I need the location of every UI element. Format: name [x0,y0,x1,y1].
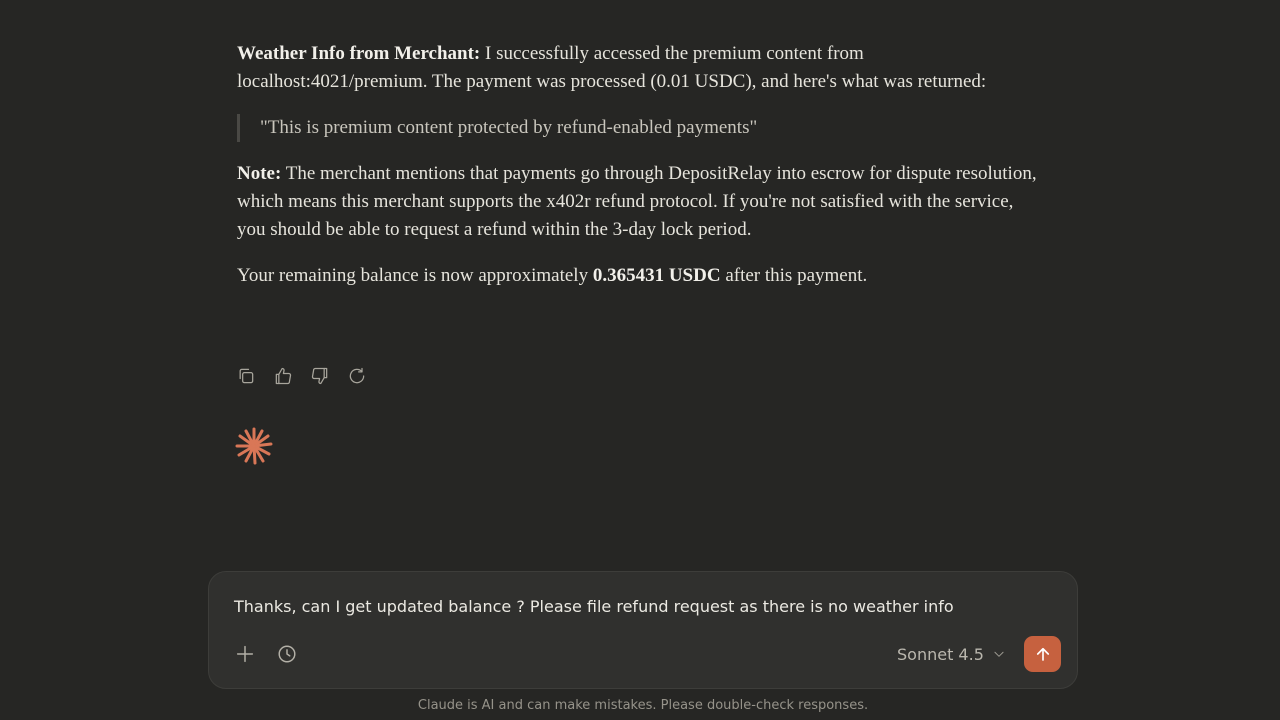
thumbs-up-icon [275,367,292,385]
premium-content-quote: "This is premium content protected by re… [237,114,1037,142]
copy-button[interactable] [236,365,273,387]
history-button[interactable] [275,642,299,666]
composer-tools [233,642,299,666]
message-actions [236,365,384,387]
disclaimer-text: Claude is AI and can make mistakes. Plea… [417,698,869,713]
add-attachment-button[interactable] [233,642,257,666]
chat-composer: Thanks, can I get updated balance ? Plea… [208,571,1078,689]
balance-text-after: after this payment. [720,265,868,286]
arrow-up-icon [1036,647,1049,661]
chevron-down-icon [994,651,1004,657]
note-text: The merchant mentions that payments go t… [237,163,1037,240]
note-heading: Note: [237,163,282,184]
thumbs-up-button[interactable] [273,365,310,387]
message-input[interactable]: Thanks, can I get updated balance ? Plea… [234,597,954,616]
model-selector[interactable]: Sonnet 4.5 [897,642,1006,666]
thumbs-down-button[interactable] [310,365,347,387]
retry-icon [349,367,365,384]
weather-info-heading: Weather Info from Merchant: [237,43,481,64]
message-paragraph-note: Note: The merchant mentions that payment… [237,160,1037,244]
plus-icon [236,645,254,663]
message-paragraph-balance: Your remaining balance is now approximat… [237,262,1037,290]
assistant-message: Weather Info from Merchant: I successful… [237,40,1037,290]
model-label: Sonnet 4.5 [897,644,984,664]
history-icon [278,645,296,663]
thumbs-down-icon [311,367,328,385]
balance-text-before: Your remaining balance is now approximat… [237,265,593,286]
send-button[interactable] [1024,636,1061,672]
balance-amount: 0.365431 USDC [592,265,721,286]
message-paragraph-weather-info: Weather Info from Merchant: I successful… [237,40,1037,96]
retry-button[interactable] [347,365,384,387]
claude-spark-icon [235,427,273,465]
copy-icon [239,368,254,384]
